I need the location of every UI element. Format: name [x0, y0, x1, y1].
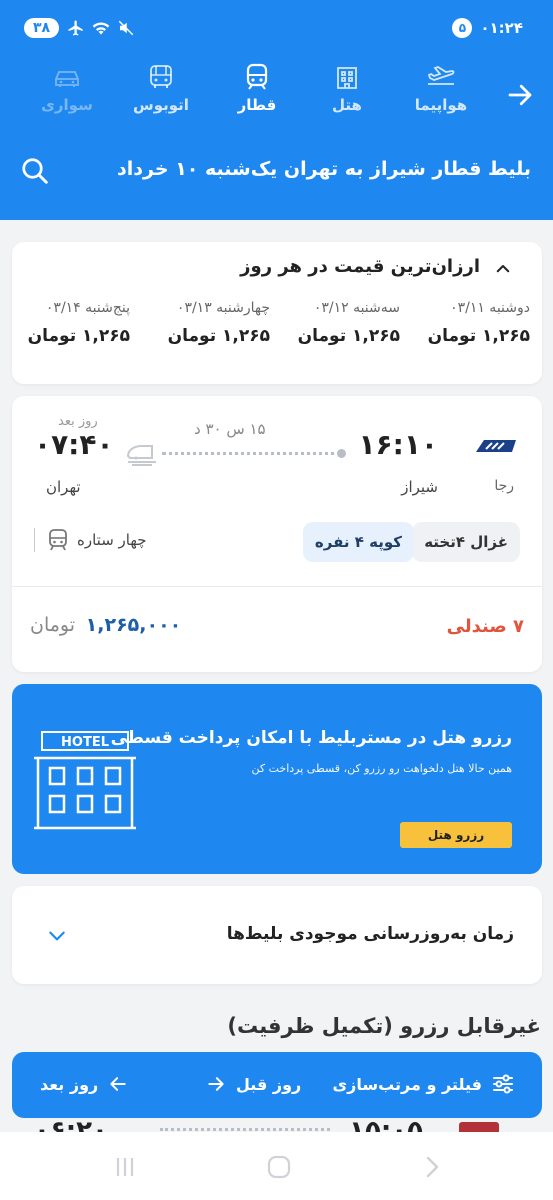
- tab-train[interactable]: قطار: [217, 62, 297, 114]
- operator-logo-icon: [459, 1122, 499, 1132]
- train-icon: [246, 63, 268, 90]
- tab-airplane[interactable]: هواپیما: [401, 62, 481, 114]
- arrow-right-icon: [208, 1077, 224, 1091]
- mute-icon: [118, 20, 134, 36]
- hotel-icon: [337, 67, 357, 89]
- bottom-action-bar: فیلتر و مرتب‌سازی روز قبل روز بعد: [12, 1052, 542, 1118]
- arrow-left-icon: [110, 1077, 126, 1091]
- unavailable-section-title: غیرقابل رزرو (تکمیل ظرفیت): [227, 1014, 541, 1038]
- day-price-list: دوشنبه ۰۳/۱۱ ۱,۲۶۵ تومان سه‌شنبه ۰۳/۱۲ ۱…: [12, 300, 542, 360]
- cheapest-price-title: ارزان‌ترین قیمت در هر روز: [240, 256, 480, 277]
- filter-icon: [493, 1074, 513, 1094]
- hotel-promo-banner[interactable]: رزرو هتل در مستربلیط با امکان پرداخت قسط…: [12, 684, 542, 874]
- day-price-item[interactable]: پنج‌شنبه ۰۳/۱۴ ۱,۲۶۵ تومان: [12, 300, 130, 346]
- notification-badge: ۵: [452, 18, 473, 38]
- search-summary[interactable]: بلیط قطار شیراز به تهران یک‌شنبه ۱۰ خردا…: [0, 152, 553, 192]
- availability-update-label: زمان به‌روزرسانی موجودی بلیط‌ها: [226, 924, 514, 944]
- tab-car[interactable]: سواری: [27, 62, 107, 114]
- compartment-chip: کوپه ۴ نفره: [302, 522, 414, 562]
- home-icon[interactable]: [266, 1154, 292, 1180]
- bus-icon: [150, 65, 172, 88]
- available-seats: ۷ صندلی: [446, 616, 524, 637]
- search-icon[interactable]: [20, 156, 50, 186]
- wifi-icon: [92, 22, 110, 35]
- day-price-item[interactable]: دوشنبه ۰۳/۱۱ ۱,۲۶۵ تومان: [400, 300, 530, 346]
- back-nav-icon[interactable]: [420, 1154, 446, 1180]
- hotel-promo-subtitle: همین حالا هتل دلخواهت رو رزرو کن، قسطی پ…: [251, 762, 512, 775]
- raja-logo-icon: [476, 440, 516, 452]
- clock: ۰۱:۲۴: [480, 19, 523, 37]
- recent-apps-icon[interactable]: [112, 1154, 138, 1180]
- trip-duration: ۱۵ س ۳۰ د: [194, 420, 266, 438]
- hotel-promo-title: رزرو هتل در مستربلیط با امکان پرداخت قسط…: [110, 728, 512, 748]
- rating-label: چهار ستاره: [77, 531, 147, 549]
- arrival-time: ۰۷:۴۰: [34, 428, 114, 461]
- card-divider: [12, 586, 542, 587]
- operator-name: رجا: [494, 478, 514, 494]
- ghost-departure-time: ۱۵:۰۵: [349, 1118, 423, 1132]
- status-bar: ۳۸ ۵ ۰۱:۲۴: [0, 14, 553, 46]
- status-icons-group: ۳۸: [24, 18, 135, 38]
- departure-city: شیراز: [401, 478, 438, 496]
- price-amount: ۱,۲۶۵,۰۰۰: [85, 614, 182, 636]
- search-title: بلیط قطار شیراز به تهران یک‌شنبه ۱۰ خردا…: [117, 158, 531, 180]
- train-front-icon: [126, 445, 156, 466]
- train-rating-icon: [49, 529, 67, 551]
- car-icon: [55, 71, 79, 87]
- day-price-item[interactable]: سه‌شنبه ۰۳/۱۲ ۱,۲۶۵ تومان: [270, 300, 400, 346]
- tab-bus[interactable]: اتوبوس: [121, 62, 201, 114]
- next-day-label: روز بعد: [58, 414, 98, 429]
- tab-hotel[interactable]: هتل: [307, 62, 387, 114]
- route-start-dot: [337, 449, 346, 458]
- route-line: [162, 452, 342, 456]
- availability-update-card[interactable]: زمان به‌روزرسانی موجودی بلیط‌ها: [12, 886, 542, 984]
- system-navigation-bar: [0, 1132, 553, 1200]
- train-ticket-card[interactable]: رجا ۱۶:۱۰ شیراز ۱۵ س ۳۰ د روز بعد ۰۷:۴۰ …: [12, 396, 542, 672]
- airplane-mode-icon: [68, 20, 83, 36]
- hotel-sign-text: HOTEL: [61, 735, 109, 750]
- price-currency: تومان: [30, 614, 76, 636]
- chevron-down-icon[interactable]: [46, 926, 68, 946]
- unavailable-ticket-row: ۰۶:۲۰ ۱۵:۰۵: [0, 1118, 553, 1132]
- filter-sort-button[interactable]: فیلتر و مرتب‌سازی: [332, 1074, 514, 1094]
- hotel-building-icon: HOTEL: [34, 731, 136, 830]
- day-price-item[interactable]: چهارشنبه ۰۳/۱۳ ۱,۲۶۵ تومان: [140, 300, 270, 346]
- departure-time: ۱۶:۱۰: [358, 428, 438, 461]
- next-day-button[interactable]: روز بعد: [40, 1074, 128, 1094]
- app-header: ۳۸ ۵ ۰۱:۲۴ هواپیما هتل قطار اتوبوس سواری…: [0, 0, 553, 220]
- book-hotel-button[interactable]: رزرو هتل: [400, 822, 512, 848]
- battery-indicator: ۳۸: [24, 18, 60, 38]
- rating-info: چهار ستاره: [34, 528, 147, 552]
- wagon-type-chip: غزال ۴تخته: [412, 522, 520, 562]
- cheapest-price-card: ارزان‌ترین قیمت در هر روز دوشنبه ۰۳/۱۱ ۱…: [12, 242, 542, 384]
- arrival-city: تهران: [46, 478, 81, 496]
- previous-day-button[interactable]: روز قبل: [206, 1074, 301, 1094]
- airplane-icon: [427, 66, 455, 85]
- ticket-price: ۱,۲۶۵,۰۰۰ تومان: [30, 614, 181, 636]
- transport-tabs: هواپیما هتل قطار اتوبوس سواری: [0, 62, 553, 124]
- ghost-arrival-time: ۰۶:۲۰: [34, 1118, 108, 1132]
- chevron-up-icon[interactable]: [494, 260, 512, 278]
